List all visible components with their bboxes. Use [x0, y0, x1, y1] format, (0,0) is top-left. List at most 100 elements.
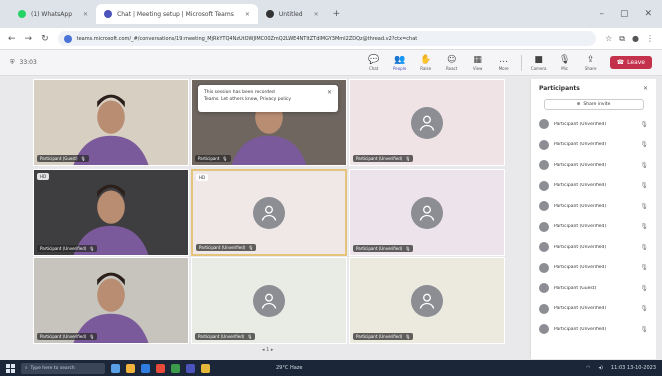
person-avatar-icon: [411, 106, 443, 139]
mic-muted-icon: 🎙: [640, 325, 648, 333]
gallery-pager[interactable]: ◂ 1 ▸: [262, 347, 273, 353]
new-tab-button[interactable]: +: [333, 9, 341, 19]
browser-tab[interactable]: Untitled ✕: [258, 4, 327, 24]
tab-label: (1) WhatsApp: [31, 10, 73, 18]
browser-tab[interactable]: (1) WhatsApp ✕: [10, 4, 96, 24]
site-icon: [63, 34, 72, 43]
raise-icon: ✋: [420, 54, 432, 65]
share-button[interactable]: ⇪ Share: [582, 55, 600, 71]
participant-row[interactable]: Participant (Unverified) 🎙: [539, 217, 648, 238]
video-tile[interactable]: Participant (Guest) 🎙: [33, 79, 189, 166]
task-view-icon[interactable]: [111, 363, 120, 373]
menu-icon[interactable]: ⋮: [646, 34, 654, 43]
person-avatar-icon: [411, 284, 443, 317]
chrome-icon[interactable]: [201, 363, 210, 373]
reload-icon[interactable]: ↻: [41, 34, 49, 44]
bookmark-icon[interactable]: ☆: [605, 34, 612, 43]
video-tile[interactable]: Participant (Unverified) 🎙: [349, 169, 505, 256]
close-window-button[interactable]: ✕: [644, 9, 652, 19]
participant-list-name: Participant (Unverified): [554, 244, 607, 250]
windows-start-icon[interactable]: [6, 363, 15, 373]
participant-avatar: [539, 201, 549, 212]
timer-text: 33:03: [19, 59, 37, 66]
more-button[interactable]: … More: [495, 55, 513, 71]
close-panel-icon[interactable]: ✕: [643, 85, 648, 92]
camera-feed: [34, 80, 188, 165]
video-tile[interactable]: HD Participant (Unverified) 🎙: [191, 169, 347, 256]
participant-row[interactable]: Participant (Unverified) 🎙: [539, 237, 648, 258]
tab-favicon-icon: [265, 10, 274, 18]
participant-row[interactable]: Participant (Unverified) 🎙: [539, 319, 648, 340]
mic-muted-icon: 🎙: [640, 305, 648, 313]
tab-favicon-icon: [104, 10, 113, 18]
control-label: React: [446, 65, 458, 71]
camera-feed: [34, 258, 188, 343]
participant-name: Participant: [198, 156, 220, 161]
add-person-icon: ⊕: [576, 102, 581, 107]
participant-row[interactable]: Participant (Guest) 🎙: [539, 278, 648, 299]
mic-button[interactable]: 🎙 Mic: [556, 55, 574, 71]
volume-icon[interactable]: ◂): [598, 365, 602, 371]
video-tile[interactable]: Participant (Unverified) 🎙: [349, 257, 505, 344]
tab-favicon-icon: [18, 10, 26, 18]
extensions-icon[interactable]: ⧉: [619, 34, 625, 44]
camera-button[interactable]: ■ Camera: [530, 55, 548, 71]
participant-row[interactable]: Participant (Unverified) 🎙: [539, 299, 648, 320]
close-tab-icon[interactable]: ✕: [314, 11, 319, 18]
share-icon: ⇪: [586, 54, 595, 65]
wifi-icon[interactable]: ◠: [586, 365, 590, 371]
participant-nameplate: Participant (Unverified) 🎙: [195, 333, 256, 340]
maximize-button[interactable]: ▢: [620, 9, 629, 19]
excel-icon[interactable]: [171, 363, 180, 373]
mic-muted-icon: 🎙: [89, 334, 95, 339]
participant-avatar: [539, 283, 549, 294]
raise-button[interactable]: ✋ Raise: [417, 55, 435, 71]
view-button[interactable]: ▦ View: [469, 55, 487, 71]
leave-button[interactable]: ☎ Leave: [609, 56, 652, 69]
video-tile[interactable]: Participant (Unverified) 🎙: [191, 257, 347, 344]
participant-avatar: [539, 262, 549, 273]
file-explorer-icon[interactable]: [126, 363, 135, 373]
browser-tab[interactable]: Chat | Meeting setup | Microsoft Teams ✕: [96, 4, 258, 24]
participant-list-name: Participant (Unverified): [554, 224, 607, 230]
minimize-button[interactable]: –: [599, 9, 604, 19]
close-tab-icon[interactable]: ✕: [83, 11, 88, 18]
react-button[interactable]: ☺ React: [443, 55, 461, 71]
camera-icon: ■: [534, 54, 543, 65]
control-label: Chat: [368, 65, 379, 71]
quality-badge: HD: [196, 174, 209, 181]
participant-row[interactable]: Participant (Unverified) 🎙: [539, 135, 648, 156]
people-button[interactable]: 👥 People: [391, 55, 409, 71]
video-tile[interactable]: Participant (Unverified) 🎙: [349, 79, 505, 166]
participant-row[interactable]: Participant (Unverified) 🎙: [539, 258, 648, 279]
person-avatar-icon: [411, 196, 443, 229]
back-icon[interactable]: ←: [8, 34, 16, 44]
mic-muted-icon: 🎙: [405, 246, 411, 251]
mic-muted-icon: 🎙: [640, 182, 648, 190]
participant-row[interactable]: Participant (Unverified) 🎙: [539, 196, 648, 217]
video-tile[interactable]: HD Participant (Unverified) 🎙: [33, 169, 189, 256]
weather-widget[interactable]: 29°C Haze: [276, 365, 302, 371]
participant-row[interactable]: Participant (Unverified) 🎙: [539, 176, 648, 197]
participant-row[interactable]: Participant (Unverified) 🎙: [539, 114, 648, 135]
office-icon[interactable]: [156, 363, 165, 373]
teams-icon[interactable]: [186, 363, 195, 373]
taskbar-search[interactable]: ⌕ Type here to search: [21, 362, 105, 374]
address-bar[interactable]: teams.microsoft.com/_#/conversations/19:…: [57, 31, 597, 46]
control-label: View: [472, 65, 483, 71]
participant-avatar: [539, 160, 549, 171]
close-tab-icon[interactable]: ✕: [245, 11, 250, 18]
forward-icon[interactable]: →: [25, 34, 33, 44]
participant-row[interactable]: Participant (Unverified) 🎙: [539, 155, 648, 176]
close-notice-icon[interactable]: ✕: [327, 89, 332, 96]
clock[interactable]: 11:03 13-10-2023: [611, 365, 656, 371]
profile-icon[interactable]: ●: [632, 34, 639, 43]
share-invite-button[interactable]: ⊕ Share invite: [543, 99, 644, 110]
person-avatar-icon: [253, 284, 285, 317]
edge-icon[interactable]: [141, 363, 150, 373]
quality-badge: HD: [37, 173, 50, 180]
chat-button[interactable]: 💬 Chat: [365, 55, 383, 71]
video-tile[interactable]: Participant (Unverified) 🎙: [33, 257, 189, 344]
people-icon: 👥: [394, 54, 406, 65]
mic-muted-icon: 🎙: [80, 156, 86, 161]
